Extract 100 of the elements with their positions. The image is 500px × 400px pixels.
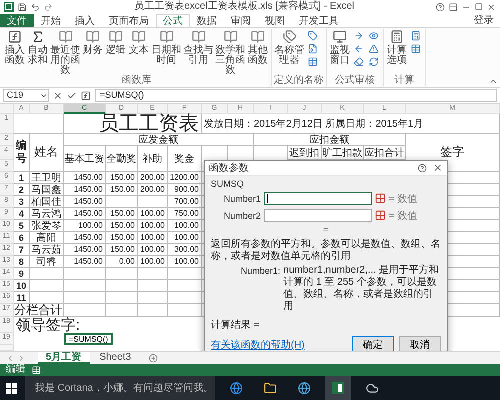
maximize-icon[interactable] (475, 3, 483, 11)
table-cell: 9 (18, 268, 24, 278)
header-text: 基本工资 (64, 152, 104, 166)
empty-cell[interactable] (106, 280, 138, 292)
ribbon-button[interactable]: 财务 (82, 29, 104, 56)
calculator-icon[interactable] (411, 31, 421, 41)
empty-cell[interactable] (106, 292, 138, 304)
eye-icon[interactable] (369, 31, 379, 41)
active-cell[interactable]: =SUMSQ() (64, 333, 114, 345)
formula-field[interactable]: =SUMSQ() (95, 89, 497, 102)
ribbon-tab[interactable]: 文件 (0, 14, 34, 27)
empty-cell[interactable] (106, 268, 138, 280)
empty-cell[interactable] (168, 280, 202, 292)
empty-cell[interactable] (168, 268, 202, 280)
help-icon[interactable] (436, 2, 445, 12)
empty-cell[interactable] (64, 280, 106, 292)
table-icon[interactable] (411, 44, 421, 54)
argument-result: = 数值 (389, 192, 418, 206)
window-title: 员工工资表excel工资表模板.xls [兼容模式] - Excel (133, 0, 356, 14)
ribbon-tab[interactable]: 公式 (156, 14, 190, 27)
name-box[interactable]: C19 (3, 89, 49, 102)
table-cell: 150.00 (110, 245, 135, 254)
empty-cell[interactable] (138, 304, 168, 317)
ribbon-button[interactable]: 日期和时间 (151, 29, 182, 66)
group-label: 函数库 (120, 75, 152, 86)
table-cell: 7 (18, 244, 24, 254)
book-icon (58, 30, 72, 44)
table-cell: 1450.00 (74, 185, 103, 194)
save-icon[interactable] (18, 2, 27, 12)
table-cell: 8 (18, 256, 24, 266)
ribbon-button[interactable]: 文本 (128, 29, 150, 56)
ribbon-button[interactable]: 计算选项 (386, 29, 408, 66)
empty-cell[interactable] (30, 268, 64, 280)
spreadsheet-taskbar-icon[interactable] (325, 376, 351, 400)
add-sheet-icon[interactable] (149, 354, 158, 362)
help-icon[interactable] (418, 164, 427, 172)
empty-cell[interactable] (64, 304, 106, 317)
arrow-left-icon[interactable] (354, 44, 364, 54)
table-cell: 2 (18, 184, 24, 194)
empty-cell[interactable] (138, 292, 168, 304)
eraser-icon[interactable] (354, 57, 364, 67)
collapse-ribbon-icon[interactable] (489, 77, 498, 86)
empty-cell[interactable] (64, 268, 106, 280)
function-icon (8, 30, 22, 44)
file-input-icon[interactable] (308, 44, 318, 54)
empty-cell[interactable] (106, 196, 138, 208)
close-icon[interactable] (487, 2, 496, 12)
dialog-button[interactable]: 确定 (352, 336, 394, 351)
ribbon-button[interactable]: 监视窗口 (329, 29, 351, 66)
table-icon[interactable] (308, 57, 318, 67)
empty-cell[interactable] (138, 196, 168, 208)
group-label: 定义的名称 (274, 75, 324, 86)
range-select-icon[interactable] (375, 210, 386, 221)
ribbon-button[interactable]: 最近使用的函数 (50, 29, 81, 76)
empty-cell[interactable] (30, 292, 64, 304)
ribbon-button[interactable]: 数学和三角函数 (215, 29, 246, 76)
argument-field[interactable] (264, 192, 372, 205)
ribbon-button[interactable]: 查找与引用 (183, 29, 214, 66)
empty-cell[interactable] (64, 292, 106, 304)
close-icon[interactable] (433, 163, 443, 173)
empty-cell[interactable] (106, 304, 138, 317)
cancel-icon[interactable] (53, 90, 63, 100)
undo-icon[interactable] (31, 2, 40, 12)
redo-icon[interactable] (44, 2, 53, 12)
book-icon (160, 30, 174, 44)
book-icon (132, 30, 146, 44)
ribbon-button[interactable]: 其他函数 (247, 29, 269, 66)
function-icon[interactable] (81, 90, 91, 100)
ribbon-button[interactable]: 名称管理器 (274, 29, 305, 66)
ribbon-button[interactable]: 自动求和 (27, 29, 49, 66)
previous-sheet-icon[interactable] (6, 354, 15, 362)
search-field[interactable]: 我是 Cortana，小娜。有问题尽管问我。 (25, 376, 215, 400)
empty-cell[interactable] (138, 280, 168, 292)
date-text: 发放日期：2015年2月12日 所属日期：2015年1月 (204, 118, 424, 130)
empty-cell[interactable] (168, 304, 202, 317)
table-cell: 150.00 (110, 173, 135, 182)
argument-field[interactable] (264, 209, 372, 222)
tag-icon[interactable] (308, 31, 318, 41)
table-cell-text: 司睿 (36, 256, 56, 268)
dialog-button[interactable]: 取消 (399, 336, 441, 351)
range-select-icon[interactable] (375, 193, 386, 204)
ribbon-display-icon[interactable] (449, 2, 458, 12)
book-icon (86, 30, 100, 44)
empty-cell[interactable] (30, 280, 64, 292)
check-icon[interactable] (67, 90, 77, 100)
windows-start-icon[interactable] (6, 382, 17, 394)
sheet-tab[interactable]: 5月工资 (38, 352, 90, 364)
empty-cell[interactable] (168, 292, 202, 304)
arrow-right-icon[interactable] (354, 31, 364, 41)
empty-cell[interactable] (138, 268, 168, 280)
help-link[interactable]: 有关该函数的帮助(H) (211, 338, 305, 351)
sign-in-link[interactable]: 登录 (474, 14, 500, 27)
ribbon-button[interactable]: 插入函数 (4, 29, 26, 66)
table-cell-text: 张爱琴 (32, 220, 62, 232)
monitor-icon (333, 30, 347, 44)
sheet-tab[interactable]: Sheet3 (92, 352, 140, 364)
next-sheet-icon[interactable] (17, 354, 26, 362)
refresh-icon[interactable] (369, 57, 379, 67)
ribbon-button[interactable]: 逻辑 (105, 29, 127, 56)
warning-icon[interactable] (369, 44, 379, 54)
